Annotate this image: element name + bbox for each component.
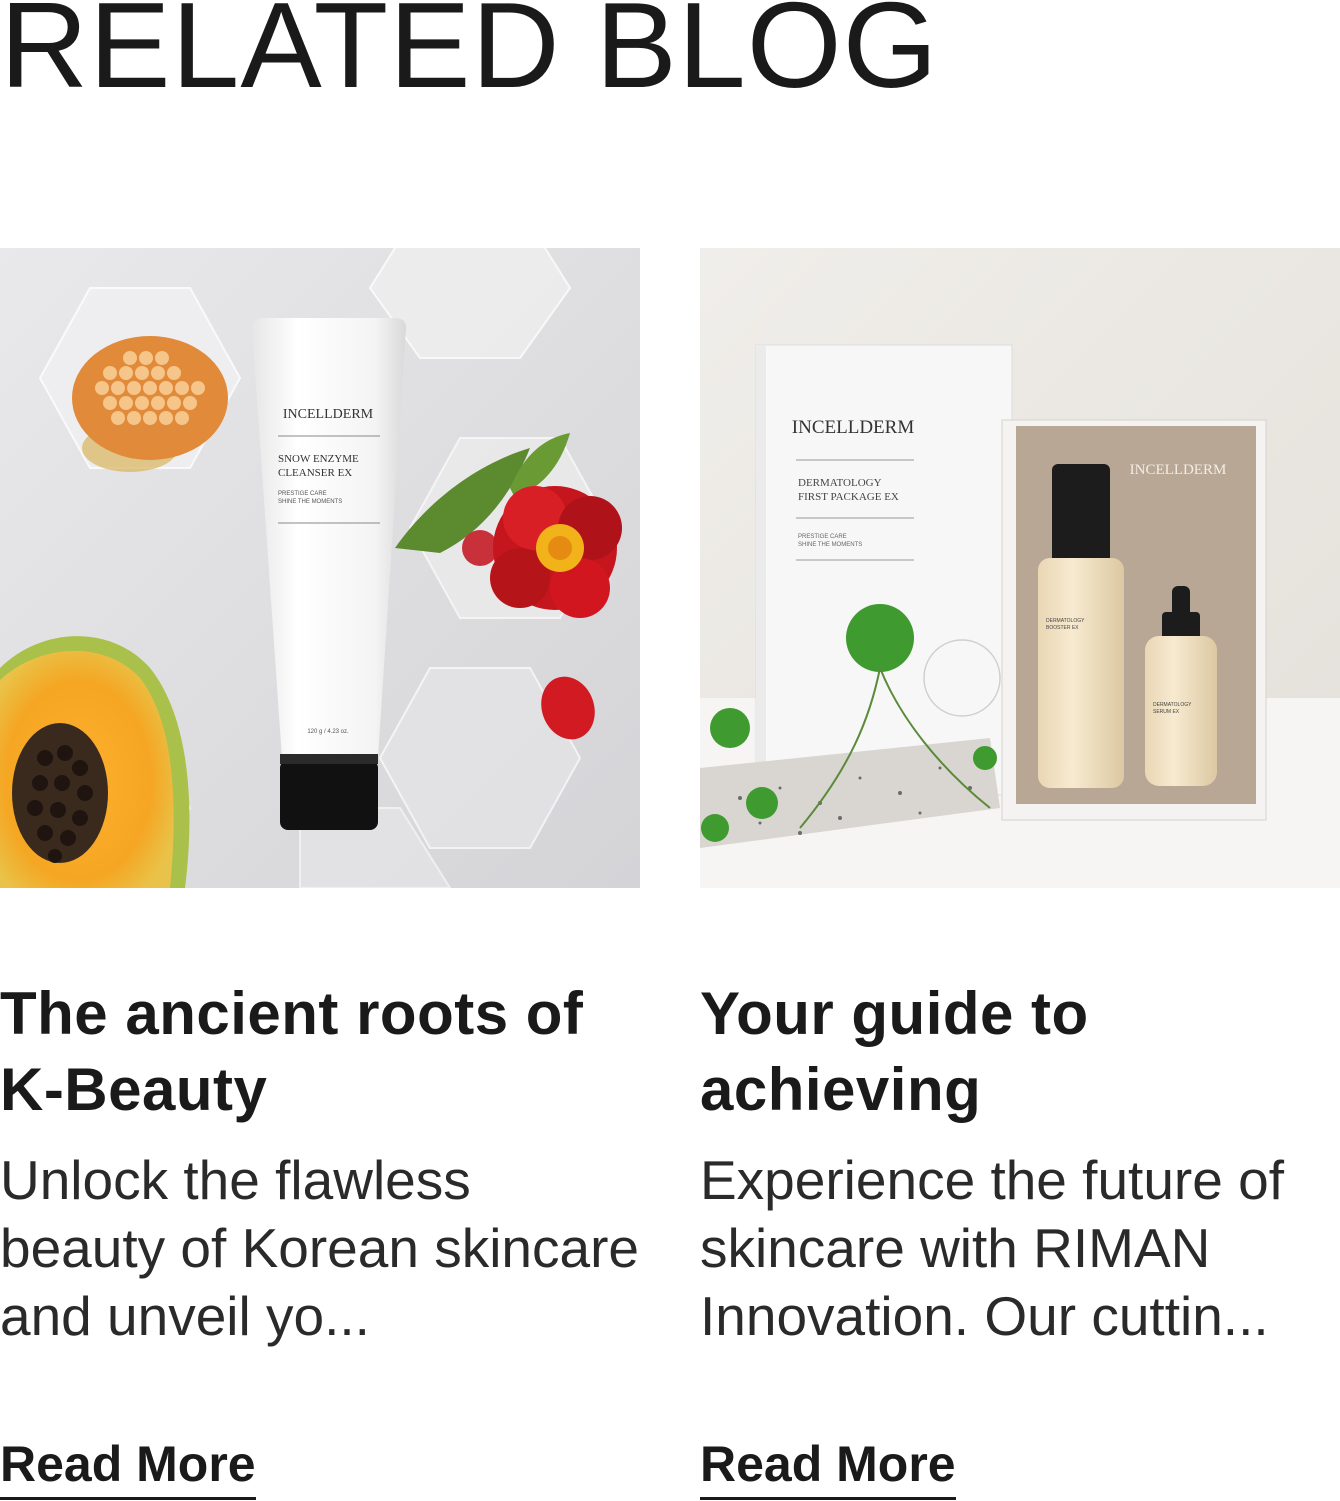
- box-tagline2: SHINE THE MOMENTS: [798, 542, 862, 548]
- cleanser-product-photo: INCELLDERM SNOW ENZYME CLEANSER EX PREST…: [0, 248, 640, 888]
- bottle1-line2: BOOSTER EX: [1046, 625, 1079, 631]
- blog-card: INCELLDERM DERMATOLOGY FIRST PACKAGE EX …: [700, 248, 1340, 1500]
- box-line2: FIRST PACKAGE EX: [798, 491, 899, 503]
- blog-card-title[interactable]: Your guide to achieving: [700, 976, 1340, 1128]
- blog-card-image[interactable]: INCELLDERM DERMATOLOGY FIRST PACKAGE EX …: [700, 248, 1340, 888]
- tube-product-line2: CLEANSER EX: [278, 467, 352, 479]
- tray-brand: INCELLDERM: [1130, 462, 1227, 478]
- tube-size: 120 g / 4.23 oz.: [307, 729, 349, 735]
- tube-product-line1: SNOW ENZYME: [278, 453, 359, 465]
- box-brand: INCELLDERM: [792, 417, 915, 438]
- bottle2-line1: DERMATOLOGY: [1153, 702, 1192, 708]
- bottle2-line2: SERUM EX: [1153, 709, 1180, 715]
- box-line1: DERMATOLOGY: [798, 477, 882, 489]
- tube-tagline1: PRESTIGE CARE: [278, 491, 327, 497]
- blog-card-excerpt: Unlock the flawless beauty of Korean ski…: [0, 1149, 639, 1347]
- blog-card: INCELLDERM SNOW ENZYME CLEANSER EX PREST…: [0, 248, 640, 1500]
- blog-card-image[interactable]: INCELLDERM SNOW ENZYME CLEANSER EX PREST…: [0, 248, 640, 888]
- read-more-link[interactable]: Read More: [700, 1433, 956, 1500]
- tube-tagline2: SHINE THE MOMENTS: [278, 499, 342, 505]
- section-title: RELATED BLOG: [0, 0, 939, 113]
- dermatology-package-photo: INCELLDERM DERMATOLOGY FIRST PACKAGE EX …: [700, 248, 1340, 888]
- box-tagline1: PRESTIGE CARE: [798, 534, 847, 540]
- read-more-link[interactable]: Read More: [0, 1433, 256, 1500]
- bottle1-line1: DERMATOLOGY: [1046, 618, 1085, 624]
- blog-card-excerpt: Experience the future of skincare with R…: [700, 1149, 1284, 1347]
- blog-card-title[interactable]: The ancient roots of K-Beauty: [0, 976, 640, 1128]
- tube-brand: INCELLDERM: [283, 407, 374, 422]
